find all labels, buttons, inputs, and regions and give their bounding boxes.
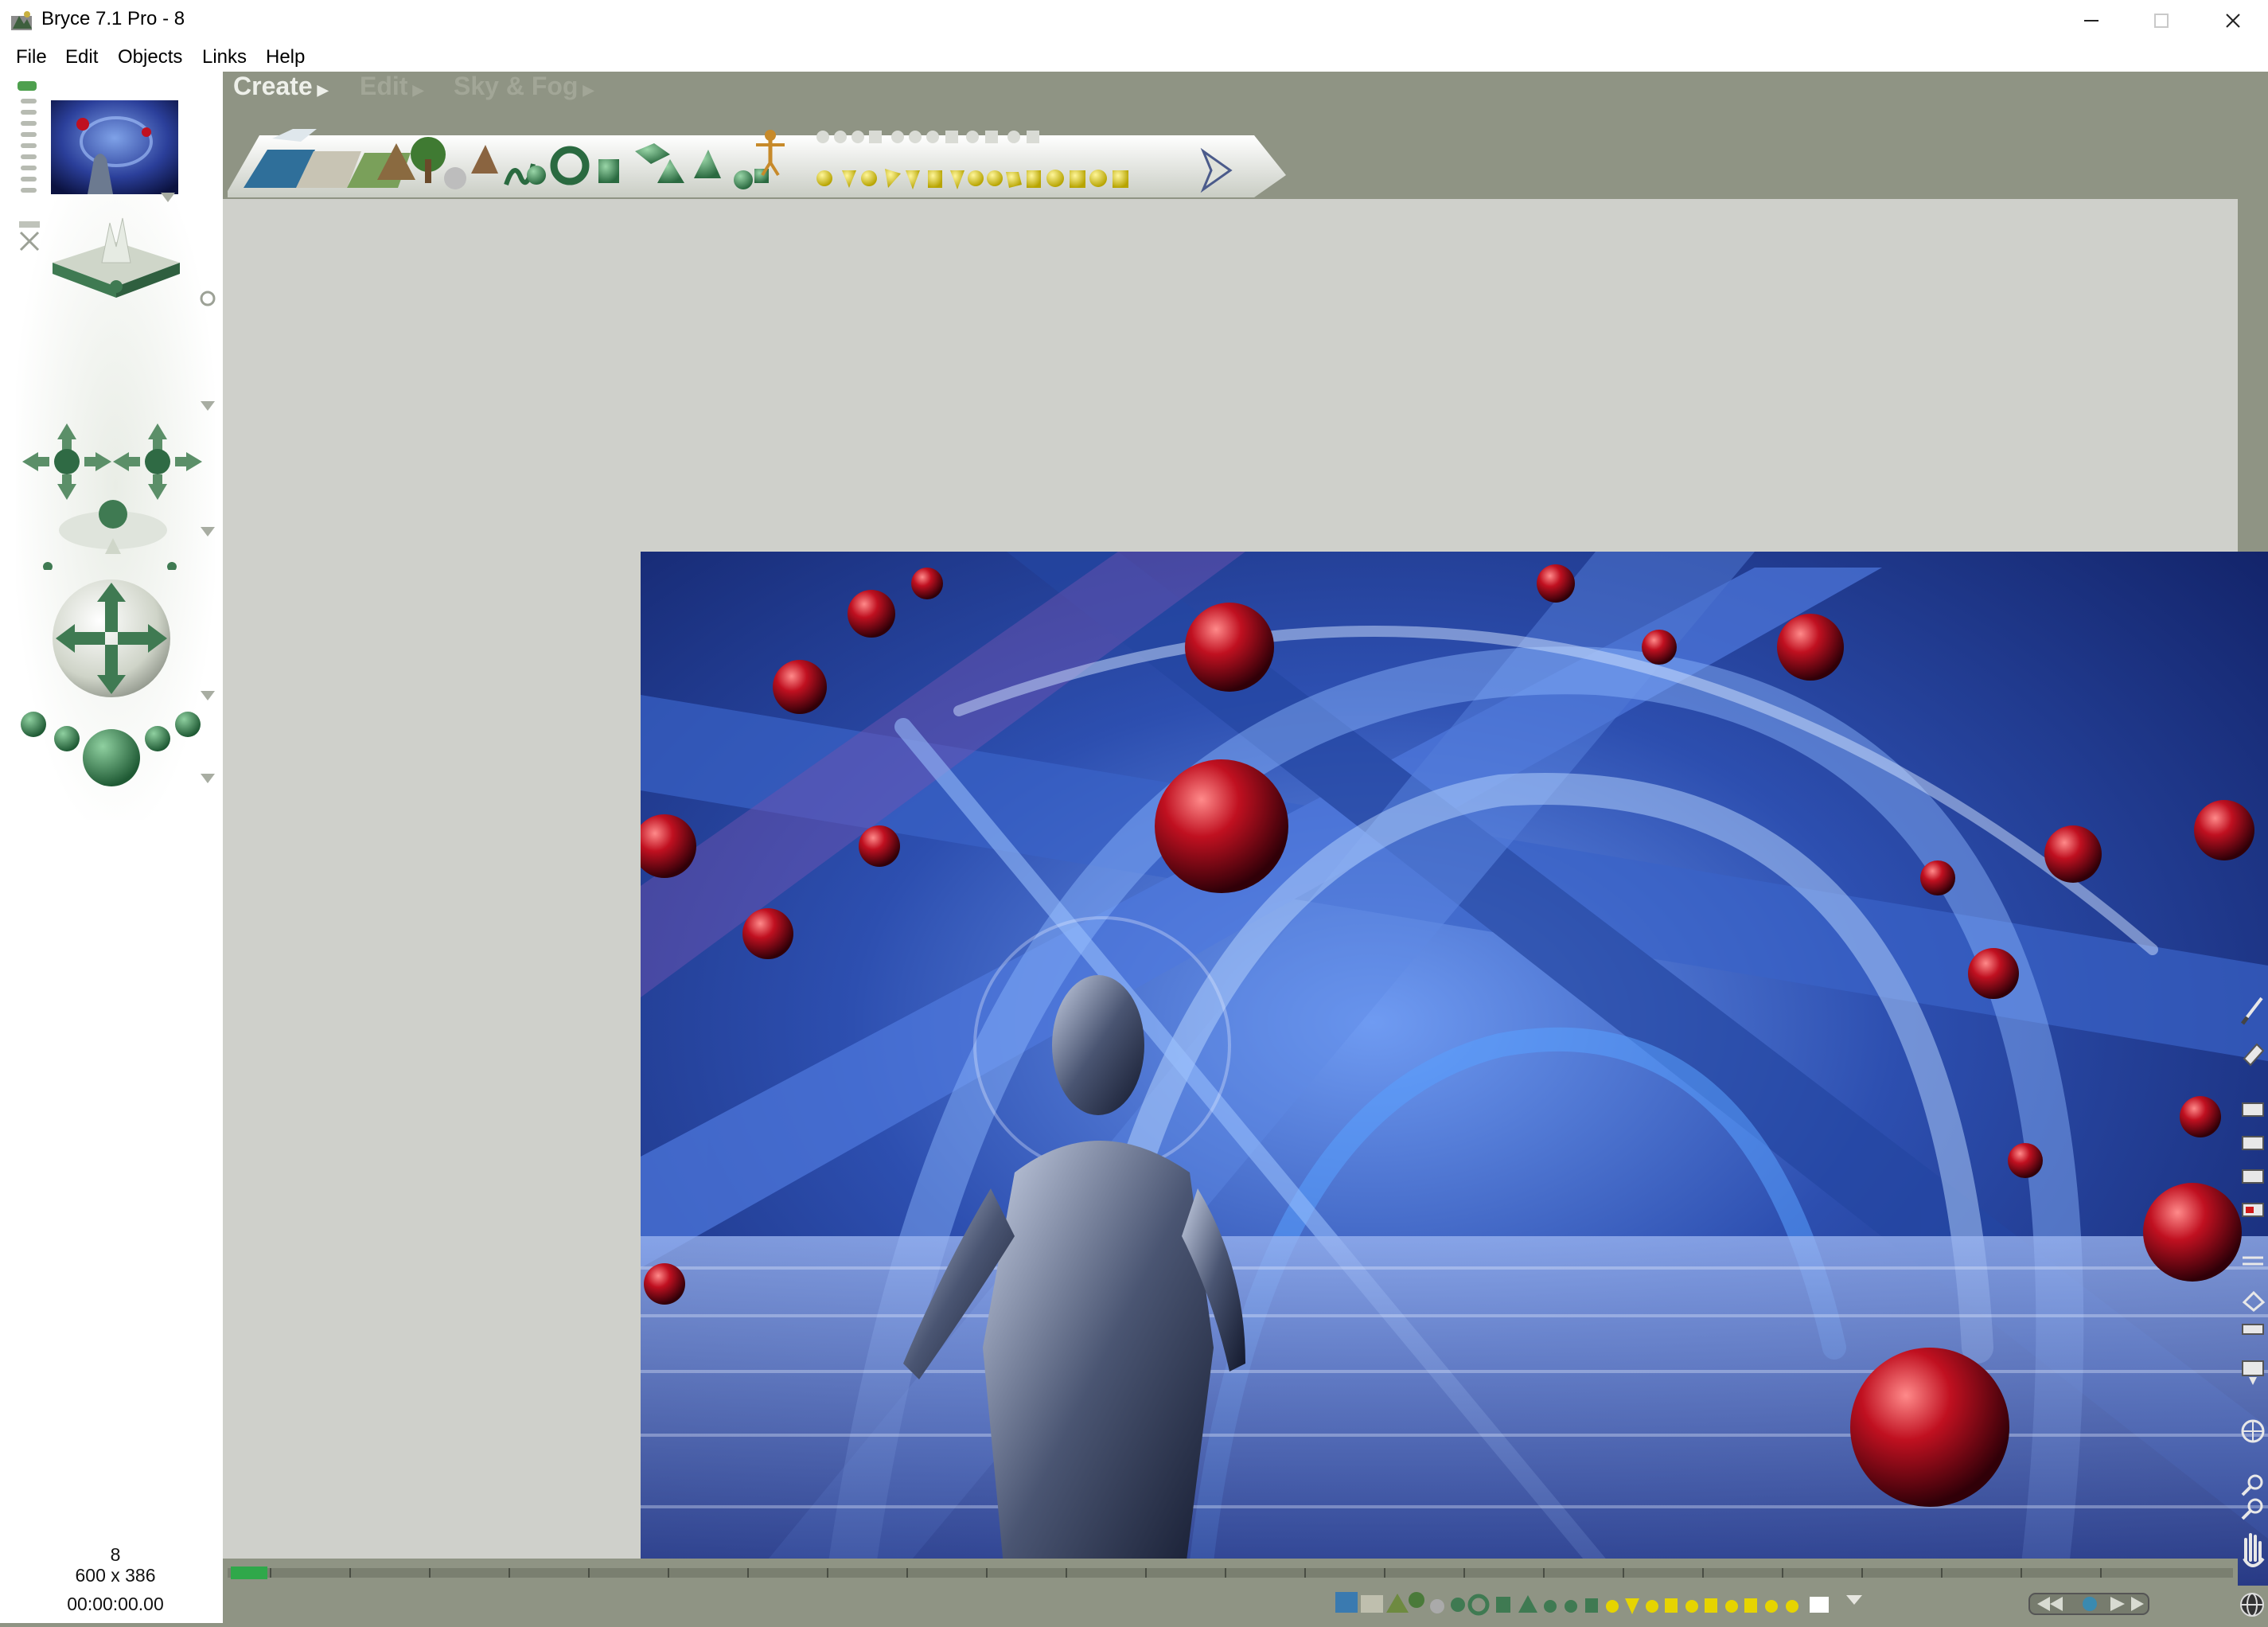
tab-sky-fog[interactable]: Sky & Fog ▶ <box>454 72 594 101</box>
minimize-icon <box>2084 20 2098 21</box>
nano-preview-icon[interactable] <box>51 100 178 194</box>
tab-sky-fog-arrow-icon: ▶ <box>583 82 594 98</box>
title-bar: Bryce 7.1 Pro - 8 <box>0 0 2268 41</box>
mini-object-strip[interactable] <box>1335 1592 1862 1616</box>
menu-links[interactable]: Links <box>196 45 253 70</box>
view-option-1-icon[interactable] <box>2242 1102 2264 1117</box>
zoom-out-icon[interactable] <box>2241 1498 2263 1520</box>
create-objects-strip <box>228 129 1286 197</box>
animation-timeline[interactable] <box>223 1559 2238 1586</box>
view-option-3-icon[interactable] <box>2242 1169 2264 1184</box>
menu-file[interactable]: File <box>10 45 53 70</box>
zoom-in-icon[interactable] <box>2241 1474 2263 1496</box>
bottom-toolbar-svg <box>1335 1592 2264 1617</box>
bryce-app-icon <box>11 11 32 30</box>
tab-create-arrow-icon: ▶ <box>317 82 329 98</box>
view-memory-slider[interactable] <box>14 81 43 201</box>
list-view-icon[interactable] <box>2243 1256 2263 1266</box>
time-readout: 00:00:00.00 <box>67 1594 164 1614</box>
control-palette <box>0 72 223 1623</box>
menu-help[interactable]: Help <box>259 45 311 70</box>
maximize-icon <box>2154 14 2169 28</box>
panel-icon[interactable] <box>2242 1324 2264 1335</box>
timeline-thumb[interactable] <box>231 1567 267 1579</box>
close-icon <box>2226 14 2240 28</box>
trackball-options-arrow[interactable] <box>199 525 216 538</box>
menu-edit[interactable]: Edit <box>59 45 104 70</box>
document-canvas[interactable] <box>223 199 2268 1598</box>
stack-icon[interactable] <box>2242 1290 2266 1312</box>
trackball-icon[interactable] <box>18 419 207 570</box>
eraser-icon[interactable] <box>2243 1043 2265 1067</box>
maximize-button[interactable] <box>2126 0 2196 41</box>
view-cube-icon[interactable] <box>46 215 186 310</box>
tab-edit-label: Edit <box>360 72 408 100</box>
tab-edit-arrow-icon: ▶ <box>412 82 424 98</box>
display-icon[interactable] <box>2242 1360 2264 1385</box>
create-toolbar: Create ▶ Edit ▶ Sky & Fog ▶ <box>223 72 2268 199</box>
brush-icon[interactable] <box>2241 997 2263 1025</box>
bottom-toolbar <box>223 1586 2268 1623</box>
preview-options-arrow[interactable] <box>159 191 177 204</box>
close-button[interactable] <box>2198 0 2268 41</box>
tab-sky-fog-label: Sky & Fog <box>454 72 579 100</box>
render-indicator-icon[interactable] <box>199 290 216 307</box>
menu-bar: File Edit Objects Links Help <box>0 41 2268 72</box>
globe-icon[interactable] <box>2240 1593 2264 1617</box>
camera-options-arrow[interactable] <box>199 772 216 785</box>
tab-edit[interactable]: Edit ▶ <box>360 72 423 101</box>
frame-number: 8 <box>110 1544 121 1565</box>
camera-cross-icon[interactable] <box>18 220 41 252</box>
playback-controls[interactable] <box>2028 1593 2149 1615</box>
render-artwork <box>641 552 2268 1598</box>
camera-trackball-spheres[interactable] <box>18 700 208 796</box>
strip-options-arrow <box>1846 1595 1862 1605</box>
view-option-2-icon[interactable] <box>2242 1136 2264 1150</box>
rendered-scene-image <box>641 552 2268 1598</box>
document-info: 8 600 x 386 00:00:00.00 <box>0 1544 223 1623</box>
minimize-button[interactable] <box>2056 0 2126 41</box>
menu-objects[interactable]: Objects <box>111 45 189 70</box>
right-tools-svg <box>2241 997 2266 1567</box>
tab-create[interactable]: Create ▶ <box>233 72 328 101</box>
timeline-scrubber <box>228 1567 2233 1579</box>
record-indicator-icon[interactable] <box>2242 1203 2264 1217</box>
wireframe-sphere-icon[interactable] <box>2241 1419 2265 1443</box>
document-dimensions: 600 x 386 <box>75 1565 156 1586</box>
tab-create-label: Create <box>233 72 313 100</box>
window-title: Bryce 7.1 Pro - 8 <box>41 8 185 29</box>
view-options-arrow[interactable] <box>199 400 216 412</box>
hand-pan-icon[interactable] <box>2243 1533 2265 1567</box>
right-tool-strip <box>2238 987 2268 1623</box>
cross-trackball-icon[interactable] <box>48 575 175 702</box>
